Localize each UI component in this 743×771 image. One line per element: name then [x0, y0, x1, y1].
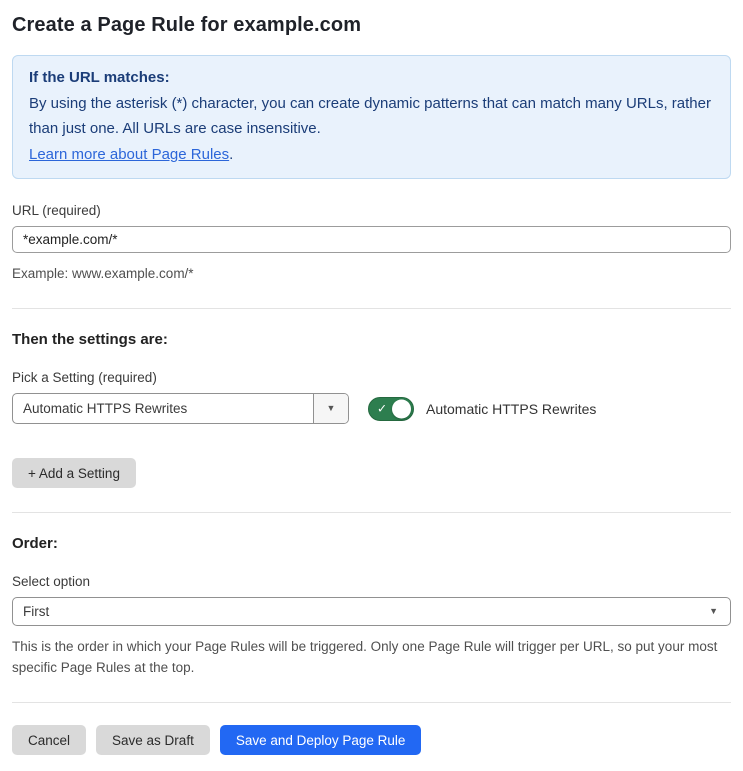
save-deploy-button[interactable]: Save and Deploy Page Rule: [219, 725, 422, 755]
divider: [12, 702, 731, 703]
order-select[interactable]: First ▼: [12, 597, 731, 626]
https-rewrites-toggle[interactable]: ✓: [368, 396, 414, 421]
select-option-label: Select option: [12, 574, 91, 589]
chevron-down-icon: ▼: [326, 403, 336, 413]
pick-setting-label: Pick a Setting (required): [12, 370, 157, 385]
info-box-body: By using the asterisk (*) character, you…: [29, 94, 711, 138]
learn-more-link[interactable]: Learn more about Page Rules: [29, 146, 229, 163]
info-box-heading: If the URL matches:: [29, 69, 170, 86]
order-section-heading: Order:: [12, 535, 58, 552]
check-icon: ✓: [377, 401, 388, 416]
setting-select-value: Automatic HTTPS Rewrites: [23, 401, 188, 416]
toggle-knob: [392, 399, 411, 418]
url-example-hint: Example: www.example.com/*: [12, 266, 194, 281]
add-setting-button[interactable]: + Add a Setting: [12, 458, 136, 488]
setting-select-caret-button[interactable]: ▼: [313, 394, 348, 423]
order-select-value: First: [23, 604, 50, 619]
url-match-info-box: If the URL matches: By using the asteris…: [12, 55, 731, 179]
chevron-down-icon: ▼: [709, 606, 718, 616]
footer-actions: Cancel Save as Draft Save and Deploy Pag…: [12, 725, 731, 755]
link-suffix: .: [229, 145, 234, 163]
toggle-label: Automatic HTTPS Rewrites: [426, 400, 597, 417]
save-draft-button[interactable]: Save as Draft: [96, 725, 210, 755]
page-title: Create a Page Rule for example.com: [12, 14, 362, 36]
cancel-button[interactable]: Cancel: [12, 725, 87, 755]
setting-row: Automatic HTTPS Rewrites ▼ ✓ Automatic H…: [12, 393, 731, 424]
create-page-rule-form: Create a Page Rule for example.com If th…: [0, 0, 743, 771]
url-label: URL (required): [12, 203, 101, 218]
setting-select[interactable]: Automatic HTTPS Rewrites ▼: [12, 393, 349, 424]
url-input[interactable]: [12, 226, 731, 253]
divider: [12, 308, 731, 309]
settings-section-heading: Then the settings are:: [12, 331, 168, 348]
order-help-text: This is the order in which your Page Rul…: [12, 639, 718, 675]
info-box-link-line: Learn more about Page Rules.: [29, 142, 714, 168]
divider: [12, 512, 731, 513]
